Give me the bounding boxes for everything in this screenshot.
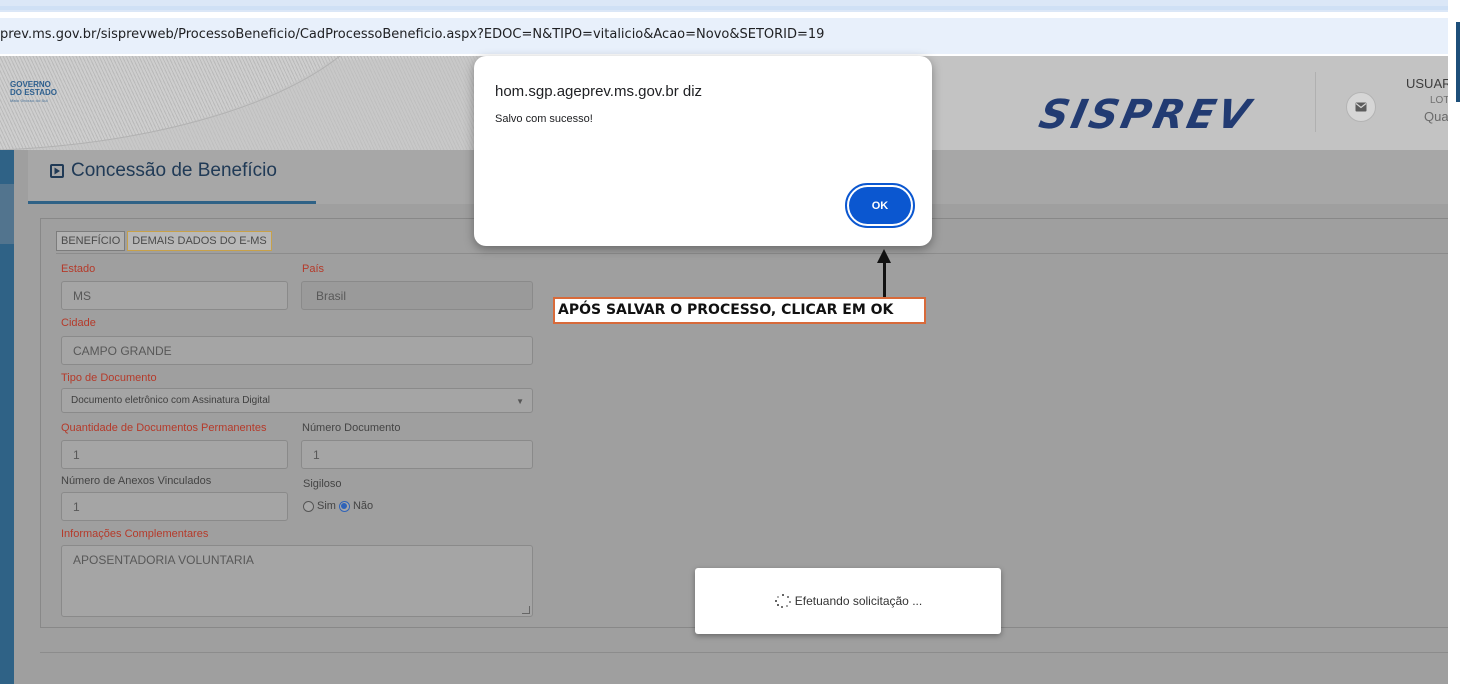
anexos-field[interactable]: 1 xyxy=(61,492,288,521)
info-complementares-textarea[interactable]: APOSENTADORIA VOLUNTARIA xyxy=(61,545,533,617)
user-name: USUARIO xyxy=(1406,76,1448,91)
alert-dialog: hom.sgp.ageprev.ms.gov.br diz Salvo com … xyxy=(474,56,932,246)
header-divider xyxy=(1315,72,1316,132)
tab-bar: BENEFÍCIO DEMAIS DADOS DO E-MS xyxy=(56,231,274,251)
sigiloso-sim-label[interactable]: Sim xyxy=(317,500,336,512)
page-title-text: Concessão de Benefício xyxy=(71,160,277,181)
resize-grip-icon[interactable] xyxy=(522,606,530,614)
user-lotacao: LOT xyxy=(1430,95,1448,106)
play-square-icon xyxy=(50,164,64,178)
logo-line-3: Mato Grosso do Sul xyxy=(10,98,48,103)
arrow-up-icon xyxy=(877,249,891,263)
instruction-callout: APÓS SALVAR O PROCESSO, CLICAR EM OK xyxy=(553,297,926,324)
cidade-label: Cidade xyxy=(61,317,96,329)
user-info: Qua xyxy=(1424,109,1448,124)
section-divider xyxy=(40,652,1448,653)
pais-label: País xyxy=(302,263,325,275)
numero-documento-label: Número Documento xyxy=(302,422,401,434)
estado-label: Estado xyxy=(61,263,96,275)
loading-overlay: Efetuando solicitação ... xyxy=(695,568,1001,634)
tab-underline xyxy=(56,253,1448,254)
screen: prev.ms.gov.br/sisprevweb/ProcessoBenefi… xyxy=(0,0,1462,684)
tipo-documento-value: Documento eletrônico com Assinatura Digi… xyxy=(71,395,270,406)
left-sidebar-rail[interactable] xyxy=(0,150,14,684)
envelope-icon xyxy=(1355,102,1367,112)
window-scroll-indicator xyxy=(1456,22,1460,102)
address-bar[interactable]: prev.ms.gov.br/sisprevweb/ProcessoBenefi… xyxy=(0,18,1448,54)
sigiloso-nao-label[interactable]: Não xyxy=(353,500,373,512)
chevron-down-icon: ▼ xyxy=(516,397,524,406)
address-bar-url[interactable]: prev.ms.gov.br/sisprevweb/ProcessoBenefi… xyxy=(0,27,824,42)
numero-documento-field[interactable]: 1 xyxy=(301,440,533,469)
anexos-label: Número de Anexos Vinculados xyxy=(61,475,212,487)
tipo-documento-select[interactable]: Documento eletrônico com Assinatura Digi… xyxy=(61,388,533,413)
dialog-origin: hom.sgp.ageprev.ms.gov.br diz xyxy=(495,83,703,100)
loading-text: Efetuando solicitação ... xyxy=(794,594,923,608)
sigiloso-radio-group: Sim Não xyxy=(303,500,373,512)
pais-field[interactable]: Brasil xyxy=(301,281,533,310)
qtd-documentos-field[interactable]: 1 xyxy=(61,440,288,469)
sisprev-brand: SISPREV xyxy=(1035,92,1257,138)
info-complementares-value: APOSENTADORIA VOLUNTARIA xyxy=(73,553,254,567)
government-logo[interactable]: GOVERNO DO ESTADO Mato Grosso do Sul xyxy=(10,81,90,121)
arrow-shaft xyxy=(883,262,886,298)
sigiloso-sim-radio[interactable] xyxy=(303,500,314,512)
tipo-documento-label: Tipo de Documento xyxy=(61,372,157,384)
qtd-documentos-label: Quantidade de Documentos Permanentes xyxy=(61,422,267,434)
title-underline xyxy=(28,201,316,204)
info-complementares-label: Informações Complementares xyxy=(61,528,209,540)
sigiloso-label: Sigiloso xyxy=(303,478,342,490)
messages-button[interactable] xyxy=(1346,92,1376,122)
browser-top-strip xyxy=(0,0,1448,12)
logo-line-2: DO ESTADO xyxy=(10,88,57,97)
tab-demais-dados[interactable]: DEMAIS DADOS DO E-MS xyxy=(127,231,272,251)
page-title: Concessão de Benefício xyxy=(50,160,277,182)
ok-button[interactable]: OK xyxy=(849,187,911,224)
tab-beneficio[interactable]: BENEFÍCIO xyxy=(56,231,126,251)
spinner-icon xyxy=(774,594,792,608)
sigiloso-nao-radio[interactable] xyxy=(338,500,350,512)
cidade-field[interactable]: CAMPO GRANDE xyxy=(61,336,533,365)
window-right-edge xyxy=(1448,0,1462,684)
estado-field[interactable]: MS xyxy=(61,281,288,310)
dialog-message: Salvo com sucesso! xyxy=(495,113,593,125)
